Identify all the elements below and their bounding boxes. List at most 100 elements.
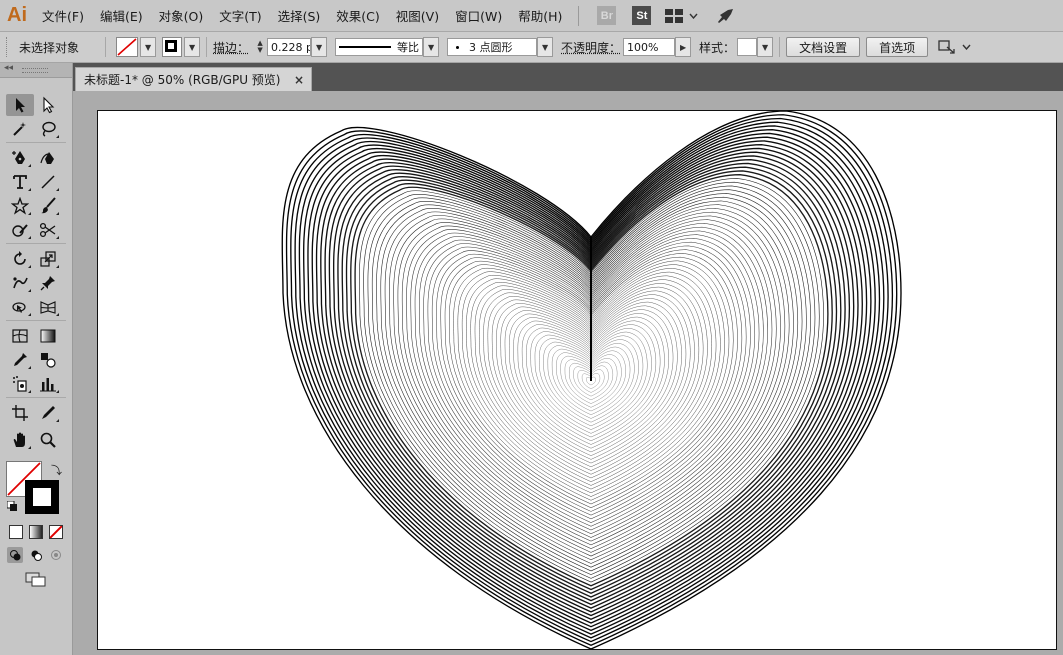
document-tab-title: 未标题-1* @ 50% (RGB/GPU 预览) [84,73,281,87]
free-transform-tool-icon[interactable] [6,296,34,318]
collapse-panel-icon[interactable]: ◂◂ [4,63,13,73]
opacity-input[interactable]: 100% [623,38,676,56]
menu-effect[interactable]: 效果(C) [328,6,387,25]
puppet-warp-tool-icon[interactable] [6,272,34,294]
stroke-weight-input[interactable]: 0.228 p [267,38,312,56]
star-tool-icon[interactable] [6,195,34,217]
selection-status: 未选择对象 [19,40,80,55]
graphic-style-swatch[interactable] [737,38,758,56]
type-tool-icon[interactable] [6,171,34,193]
artboard[interactable] [97,110,1057,650]
tool-group-indicator [56,212,59,215]
tool-group-indicator [28,212,31,215]
tool-group-indicator [28,313,31,316]
stroke-color-dropdown[interactable]: ▼ [184,37,201,57]
menu-select[interactable]: 选择(S) [270,6,329,25]
magic-wand-tool-icon[interactable] [6,118,34,140]
chevron-down-icon[interactable] [689,13,698,19]
mesh-tool-icon[interactable] [6,325,34,347]
default-fill-stroke-icon[interactable] [6,500,18,515]
brush-definition[interactable]: 3 点圆形 [447,38,538,56]
stroke-weight-dropdown[interactable]: ▼ [311,37,328,57]
control-bar-grip[interactable] [6,37,11,57]
heart-blend-artwork[interactable] [98,111,1056,649]
tool-group-indicator [56,188,59,191]
eyedropper-tool-icon[interactable] [6,349,34,371]
document-setup-button[interactable]: 文档设置 [786,37,861,57]
stroke-label[interactable]: 描边： [213,39,249,56]
graphic-style-dropdown[interactable]: ▼ [757,37,774,57]
tool-divider [6,142,66,143]
control-separator [779,37,781,57]
scale-tool-icon[interactable] [34,248,62,270]
symbol-sprayer-tool-icon[interactable] [6,373,34,395]
fill-swatch[interactable] [116,37,139,57]
close-tab-icon[interactable]: × [294,73,304,87]
blend-tool-icon[interactable] [34,349,62,371]
menu-object[interactable]: 对象(O) [151,6,212,25]
menu-view[interactable]: 视图(V) [388,6,447,25]
draw-normal-icon[interactable] [7,547,23,563]
tool-group-indicator [28,164,31,167]
artboard-tool-icon[interactable] [6,402,34,424]
menu-help[interactable]: 帮助(H) [510,6,570,25]
stroke-color-proxy[interactable] [25,480,59,514]
bridge-button[interactable]: Br [597,6,617,25]
rocket-icon[interactable] [716,8,734,24]
profile-dropdown[interactable]: ▼ [423,37,440,57]
document-tab[interactable]: 未标题-1* @ 50% (RGB/GPU 预览) × [75,67,312,91]
none-mode-button[interactable] [49,525,63,539]
curvature-tool-icon[interactable] [34,147,62,169]
variable-width-profile[interactable]: 等比 [335,38,424,56]
direct-selection-tool-icon[interactable] [34,94,62,116]
stepper-down-icon[interactable]: ▼ [257,47,262,54]
preferences-button[interactable]: 首选项 [866,37,929,57]
swap-fill-stroke-icon[interactable]: ⤵ [51,462,62,478]
column-graph-tool-icon[interactable] [34,373,62,395]
menu-window[interactable]: 窗口(W) [447,6,510,25]
opacity-label[interactable]: 不透明度： [561,39,621,56]
menu-edit[interactable]: 编辑(E) [92,6,151,25]
tool-group-indicator [56,419,59,422]
control-separator [206,37,208,57]
pin-tool-icon[interactable] [34,272,62,294]
fill-dropdown[interactable]: ▼ [140,37,157,57]
shaper-tool-icon[interactable] [6,219,34,241]
slice-tool-icon[interactable] [34,402,62,424]
rotate-tool-icon[interactable] [6,248,34,270]
paintbrush-tool-icon[interactable] [34,195,62,217]
tool-group-indicator [56,390,59,393]
lasso-tool-icon[interactable] [34,118,62,140]
screen-mode-icon[interactable] [25,572,47,591]
stock-button[interactable]: St [632,6,652,25]
menu-file[interactable]: 文件(F) [34,6,92,25]
brush-dropdown[interactable]: ▼ [537,37,554,57]
opacity-flyout-button[interactable]: ▶ [675,37,692,57]
tool-group-indicator [56,236,59,239]
selection-tool-icon[interactable] [6,94,34,116]
scissors-tool-icon[interactable] [34,219,62,241]
tool-divider [6,397,66,398]
pen-tool-icon[interactable] [6,147,34,169]
line-segment-tool-icon[interactable] [34,171,62,193]
chevron-down-icon[interactable] [962,44,971,50]
gradient-tool-icon[interactable] [34,325,62,347]
perspective-grid-tool-icon[interactable] [34,296,62,318]
workspace-grid-icon[interactable] [665,8,684,23]
style-label: 样式： [699,40,736,55]
gradient-mode-button[interactable] [29,525,43,539]
menu-type[interactable]: 文字(T) [211,6,269,25]
hand-tool-icon[interactable] [6,429,34,451]
stroke-swatch[interactable] [162,37,183,57]
stroke-weight-stepper[interactable]: ▲ ▼ [253,38,267,56]
tool-group-indicator [28,265,31,268]
tool-group-indicator [28,289,31,292]
arrange-documents-icon[interactable] [938,39,956,55]
panel-grip[interactable] [22,68,48,73]
tools-panel-header[interactable]: ◂◂ [0,63,72,78]
draw-inside-icon[interactable] [48,547,64,563]
zoom-tool-icon[interactable] [34,429,62,451]
draw-behind-icon[interactable] [28,547,44,563]
color-mode-button[interactable] [9,525,23,539]
tool-group-indicator [28,188,31,191]
